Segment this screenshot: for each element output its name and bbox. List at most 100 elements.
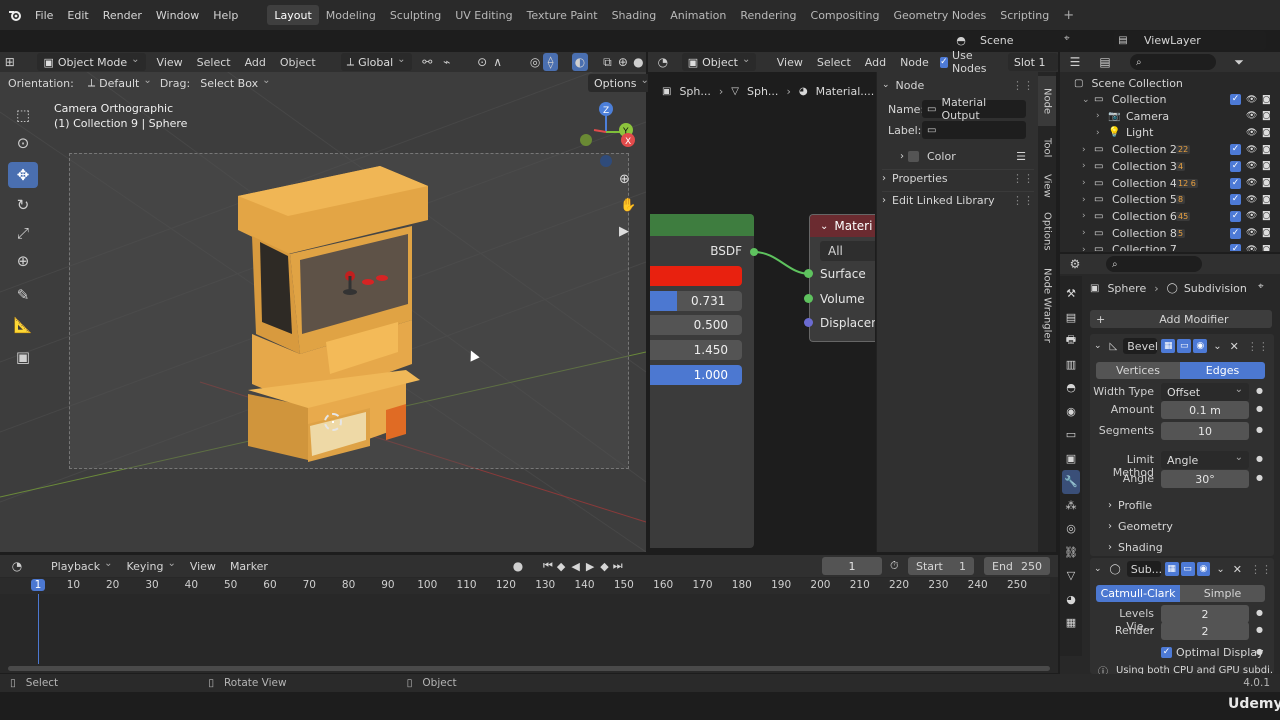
shading-solid-icon[interactable]: ● <box>631 53 646 71</box>
color-panel[interactable]: › Color ☰ <box>900 148 1026 164</box>
limit-method-dropdown[interactable]: Angle <box>1161 451 1249 469</box>
select-box-tool-icon[interactable]: ⬚ <box>8 102 38 128</box>
proportional-edit-icon[interactable]: ⊙ <box>474 53 489 71</box>
timeline-menu-playback[interactable]: Playback <box>44 556 119 576</box>
timeline-ruler[interactable]: 1 10 20 30 40 50 60 70 80 90 100 110 120 130 140 150 160… <box>0 578 1050 594</box>
node-menu-add[interactable]: Add <box>858 52 893 72</box>
render-camera-icon[interactable]: ◙ <box>1262 178 1271 188</box>
outliner-item[interactable]: › ▭ Collection 7 ✓ 👁 ◙ <box>1060 241 1280 251</box>
value-field[interactable]: 0.731 <box>650 291 742 311</box>
volume-socket[interactable] <box>804 294 813 303</box>
visibility-icon[interactable]: ◎ <box>527 53 542 71</box>
render-camera-icon[interactable]: ◙ <box>1262 228 1271 238</box>
tab-texture-paint[interactable]: Texture Paint <box>520 5 605 25</box>
navigation-gizmo[interactable]: Z Y X <box>574 100 638 168</box>
expand-icon[interactable]: › <box>1082 161 1086 171</box>
overlay-toggle-icon[interactable]: ◐ <box>572 53 588 71</box>
properties-type-icon[interactable]: ⚙ <box>1066 255 1084 273</box>
node-menu-node[interactable]: Node <box>893 52 936 72</box>
viewlayer-selector[interactable]: ▤ ViewLayer <box>1114 31 1266 50</box>
displacement-socket[interactable] <box>804 318 813 327</box>
include-checkbox[interactable]: ✓ <box>1230 227 1241 239</box>
viewport-menu-view[interactable]: View <box>150 52 190 72</box>
subdivision-header[interactable]: ⌄ ◯ Sub... ▦ ▭ ◉ ⌄ ✕ ⋮⋮ <box>1094 561 1272 577</box>
edit-mode-toggle-icon[interactable]: ▦ <box>1164 562 1179 576</box>
node-panel-header[interactable]: ⌄ Node ⋮⋮ <box>882 76 1034 94</box>
eye-icon[interactable]: 👁 <box>1246 178 1257 188</box>
width-type-dropdown[interactable]: Offset <box>1161 383 1249 401</box>
viewport-toggle-icon[interactable]: ▭ <box>1177 339 1192 353</box>
sidebar-tab-view[interactable]: View <box>1038 170 1056 202</box>
menu-render[interactable]: Render <box>96 5 149 25</box>
render-camera-icon[interactable]: ◙ <box>1262 211 1271 221</box>
jump-keyframe-back-icon[interactable]: ◆ <box>557 560 565 573</box>
tab-uv-editing[interactable]: UV Editing <box>448 5 519 25</box>
scene-name[interactable]: Scene <box>980 34 1014 47</box>
properties-search[interactable]: ⌕ <box>1106 256 1202 272</box>
timeline-scrollbar[interactable] <box>8 666 1050 671</box>
sidebar-tab-node-wrangler[interactable]: Node Wrangler <box>1038 260 1056 350</box>
expand-icon[interactable]: › <box>1096 128 1100 138</box>
outliner-item[interactable]: › ▭ Collection 3 4 ✓ 👁 ◙ <box>1060 158 1280 175</box>
keyframe-dot[interactable]: ● <box>1256 425 1263 434</box>
start-frame-field[interactable]: Start 1 <box>908 557 974 575</box>
stopwatch-icon[interactable]: ⏱ <box>890 559 899 573</box>
segments-field[interactable]: 10 <box>1161 422 1249 440</box>
menu-window[interactable]: Window <box>149 5 206 25</box>
value-field[interactable]: 1.000 <box>650 365 742 385</box>
orientation-dropdown[interactable]: ⟂ Default <box>82 74 146 92</box>
move-tool-icon[interactable]: ✥ <box>8 162 38 188</box>
editor-type-icon[interactable]: ⊞ <box>2 53 17 71</box>
render-toggle-icon[interactable]: ◉ <box>1196 562 1211 576</box>
annotate-tool-icon[interactable]: ✎ <box>8 282 38 308</box>
value-field[interactable]: 0.500 <box>650 315 742 335</box>
value-field[interactable]: 1.450 <box>650 340 742 360</box>
object-icon[interactable]: ▣ <box>1062 447 1080 471</box>
outliner-item[interactable]: › 📷 Camera 👁 ◙ <box>1060 108 1280 125</box>
angle-field[interactable]: 30° <box>1161 470 1249 488</box>
add-workspace-button[interactable]: + <box>1056 5 1081 25</box>
outliner-item[interactable]: › ▭ Collection 2 22 ✓ 👁 ◙ <box>1060 141 1280 158</box>
eye-icon[interactable]: 👁 <box>1246 195 1257 205</box>
play-icon[interactable]: ▶ <box>586 560 594 573</box>
render-camera-icon[interactable]: ◙ <box>1262 145 1271 155</box>
tab-modeling[interactable]: Modeling <box>319 5 383 25</box>
edit-linked-library-panel[interactable]: › Edit Linked Library ⋮⋮ <box>882 191 1034 209</box>
expand-icon[interactable]: › <box>1082 178 1086 188</box>
viewport-toggle-icon[interactable]: ▭ <box>1180 562 1195 576</box>
jump-start-icon[interactable]: ⏮ <box>543 559 553 573</box>
expand-icon[interactable]: ⌄ <box>1082 95 1090 105</box>
menu-edit[interactable]: Edit <box>60 5 95 25</box>
render-camera-icon[interactable]: ◙ <box>1262 195 1271 205</box>
eye-icon[interactable]: 👁 <box>1246 111 1257 121</box>
gizmo-toggle-icon[interactable]: ⟠ <box>542 53 559 71</box>
play-reverse-icon[interactable]: ◀ <box>571 560 579 573</box>
viewport-menu-add[interactable]: Add <box>238 52 273 72</box>
tab-animation[interactable]: Animation <box>663 5 733 25</box>
keyframe-dot[interactable]: ● <box>1256 608 1263 617</box>
pin-icon[interactable]: ⌖ <box>1258 281 1264 292</box>
world-icon[interactable]: ◉ <box>1062 400 1080 424</box>
node-label-field[interactable]: ▭ <box>922 121 1026 139</box>
keyframe-dot[interactable]: ● <box>1256 404 1263 413</box>
optimal-display-checkbox[interactable]: ✓ Optimal Display <box>1161 644 1264 660</box>
tab-shading[interactable]: Shading <box>605 5 664 25</box>
outliner-search[interactable]: ⌕ <box>1130 54 1216 70</box>
end-frame-field[interactable]: End 250 <box>984 557 1050 575</box>
scene-collection-row[interactable]: ▢ Scene Collection <box>1060 75 1280 92</box>
dropdown-icon[interactable]: ⌄ <box>1216 564 1224 575</box>
node-name-field[interactable]: ▭ Material Output <box>922 96 1026 122</box>
drag-dropdown[interactable]: Select Box <box>194 74 276 92</box>
cursor-tool-icon[interactable]: ⊙ <box>8 130 38 156</box>
pin-icon[interactable]: ⌖ <box>1064 33 1070 44</box>
tab-compositing[interactable]: Compositing <box>804 5 887 25</box>
drag-handle-icon[interactable]: ⋮⋮ <box>1012 194 1034 207</box>
close-icon[interactable]: ✕ <box>1233 563 1242 576</box>
expand-icon[interactable]: › <box>1082 245 1086 251</box>
properties-panel-header[interactable]: › Properties ⋮⋮ <box>882 169 1034 187</box>
tool-icon[interactable]: ⚒ <box>1062 282 1080 306</box>
render-camera-icon[interactable]: ◙ <box>1262 111 1271 121</box>
profile-subpanel[interactable]: › Profile <box>1108 497 1152 513</box>
geometry-subpanel[interactable]: › Geometry <box>1108 518 1173 534</box>
tab-geometry-nodes[interactable]: Geometry Nodes <box>886 5 993 25</box>
